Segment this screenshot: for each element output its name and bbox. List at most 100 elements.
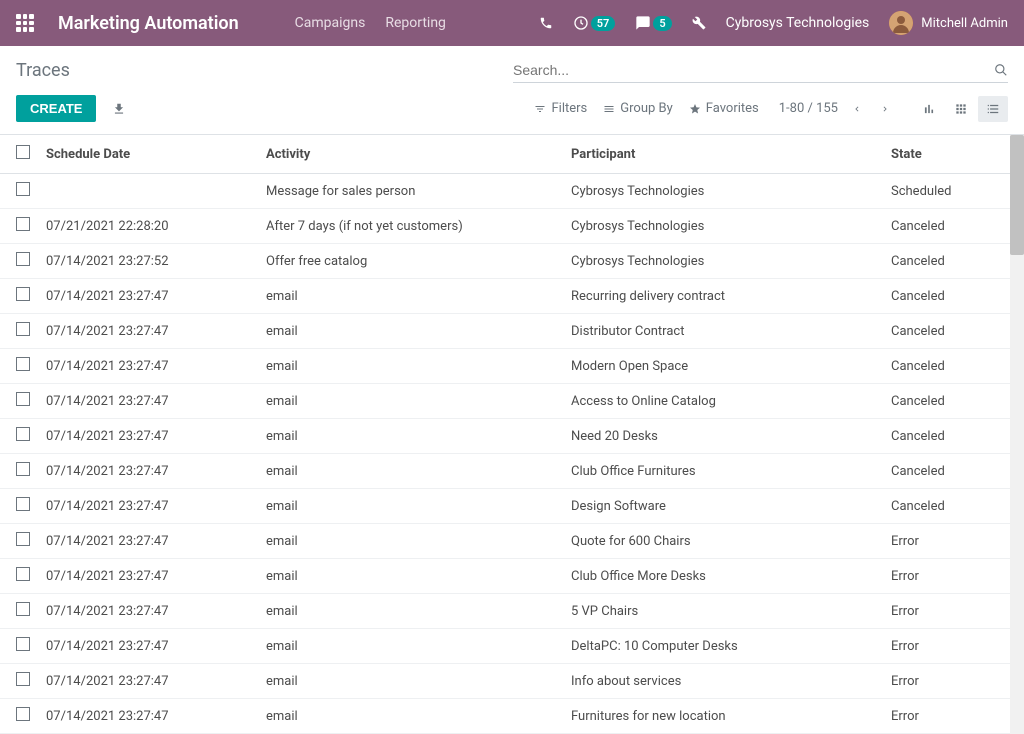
cell-schedule-date: 07/14/2021 23:27:47 bbox=[38, 629, 258, 664]
cell-activity: email bbox=[258, 314, 563, 349]
row-checkbox[interactable] bbox=[16, 182, 30, 196]
pager-text[interactable]: 1-80 / 155 bbox=[779, 101, 838, 116]
table-row[interactable]: 07/14/2021 23:27:47 email Distributor Co… bbox=[0, 314, 1010, 349]
table-row[interactable]: 07/14/2021 23:27:47 email Info about ser… bbox=[0, 664, 1010, 699]
table-row[interactable]: 07/14/2021 23:27:47 email Need 20 Desks … bbox=[0, 419, 1010, 454]
header-activity[interactable]: Activity bbox=[258, 135, 563, 174]
pager-next[interactable] bbox=[876, 100, 894, 118]
cell-activity: email bbox=[258, 279, 563, 314]
groupby-button[interactable]: Group By bbox=[603, 101, 673, 116]
table-row[interactable]: 07/14/2021 23:27:47 email Club Office Mo… bbox=[0, 559, 1010, 594]
header-state[interactable]: State bbox=[883, 135, 1010, 174]
cell-participant: Cybrosys Technologies bbox=[563, 209, 883, 244]
export-button[interactable] bbox=[108, 98, 130, 120]
row-checkbox[interactable] bbox=[16, 707, 30, 721]
cell-participant: Cybrosys Technologies bbox=[563, 244, 883, 279]
scroll-thumb[interactable] bbox=[1010, 135, 1024, 255]
row-checkbox[interactable] bbox=[16, 392, 30, 406]
user-menu[interactable]: Mitchell Admin bbox=[889, 11, 1008, 35]
view-kanban-button[interactable] bbox=[946, 96, 976, 122]
vertical-scrollbar[interactable] bbox=[1010, 135, 1024, 734]
header-schedule-date[interactable]: Schedule Date bbox=[38, 135, 258, 174]
user-name: Mitchell Admin bbox=[921, 16, 1008, 31]
search-area bbox=[513, 58, 1008, 83]
pager-prev[interactable] bbox=[848, 100, 866, 118]
search-icon[interactable] bbox=[994, 63, 1008, 77]
messages-badge: 5 bbox=[653, 16, 671, 31]
row-checkbox[interactable] bbox=[16, 217, 30, 231]
table-row[interactable]: 07/14/2021 23:27:47 email Quote for 600 … bbox=[0, 524, 1010, 559]
create-button[interactable]: CREATE bbox=[16, 95, 96, 122]
search-input[interactable] bbox=[513, 62, 994, 78]
apps-menu-icon[interactable] bbox=[16, 14, 34, 32]
company-selector[interactable]: Cybrosys Technologies bbox=[726, 15, 870, 31]
nav-item-reporting[interactable]: Reporting bbox=[385, 15, 446, 31]
table-row[interactable]: 07/14/2021 23:27:47 email Club Office Fu… bbox=[0, 454, 1010, 489]
cell-state: Canceled bbox=[883, 314, 1010, 349]
cell-state: Error bbox=[883, 664, 1010, 699]
cell-state: Error bbox=[883, 559, 1010, 594]
table-row[interactable]: 07/14/2021 23:27:47 email Design Softwar… bbox=[0, 489, 1010, 524]
cell-state: Canceled bbox=[883, 349, 1010, 384]
cell-participant: Distributor Contract bbox=[563, 314, 883, 349]
filters-button[interactable]: Filters bbox=[534, 101, 587, 116]
row-checkbox[interactable] bbox=[16, 427, 30, 441]
row-checkbox[interactable] bbox=[16, 252, 30, 266]
view-list-button[interactable] bbox=[978, 96, 1008, 122]
cell-participant: Recurring delivery contract bbox=[563, 279, 883, 314]
cell-participant: Cybrosys Technologies bbox=[563, 174, 883, 209]
table-row[interactable]: 07/14/2021 23:27:47 email Modern Open Sp… bbox=[0, 349, 1010, 384]
phone-icon[interactable] bbox=[539, 16, 553, 30]
tools-icon[interactable] bbox=[692, 16, 706, 30]
table-row[interactable]: 07/14/2021 23:27:47 email DeltaPC: 10 Co… bbox=[0, 629, 1010, 664]
row-checkbox[interactable] bbox=[16, 532, 30, 546]
cell-activity: email bbox=[258, 594, 563, 629]
favorites-button[interactable]: Favorites bbox=[689, 101, 759, 116]
row-checkbox[interactable] bbox=[16, 287, 30, 301]
cell-state: Error bbox=[883, 524, 1010, 559]
row-checkbox[interactable] bbox=[16, 497, 30, 511]
cell-schedule-date: 07/14/2021 23:27:47 bbox=[38, 699, 258, 734]
app-title[interactable]: Marketing Automation bbox=[58, 13, 239, 34]
table-row[interactable]: Message for sales person Cybrosys Techno… bbox=[0, 174, 1010, 209]
cell-participant: Furnitures for new location bbox=[563, 699, 883, 734]
cell-state: Error bbox=[883, 699, 1010, 734]
table-row[interactable]: 07/14/2021 23:27:47 email Recurring deli… bbox=[0, 279, 1010, 314]
cell-schedule-date: 07/14/2021 23:27:47 bbox=[38, 279, 258, 314]
cell-schedule-date: 07/21/2021 22:28:20 bbox=[38, 209, 258, 244]
cell-state: Canceled bbox=[883, 209, 1010, 244]
cell-activity: Message for sales person bbox=[258, 174, 563, 209]
cell-schedule-date: 07/14/2021 23:27:47 bbox=[38, 559, 258, 594]
traces-table: Schedule Date Activity Participant State… bbox=[0, 135, 1010, 734]
row-checkbox[interactable] bbox=[16, 322, 30, 336]
row-checkbox[interactable] bbox=[16, 637, 30, 651]
nav-menu: Campaigns Reporting bbox=[295, 15, 446, 31]
select-all-checkbox[interactable] bbox=[16, 145, 30, 159]
cell-activity: email bbox=[258, 664, 563, 699]
cell-state: Canceled bbox=[883, 489, 1010, 524]
cell-participant: Access to Online Catalog bbox=[563, 384, 883, 419]
table-row[interactable]: 07/14/2021 23:27:47 email Furnitures for… bbox=[0, 699, 1010, 734]
pager: 1-80 / 155 bbox=[779, 100, 894, 118]
header-participant[interactable]: Participant bbox=[563, 135, 883, 174]
cell-participant: Info about services bbox=[563, 664, 883, 699]
table-row[interactable]: 07/14/2021 23:27:47 email Access to Onli… bbox=[0, 384, 1010, 419]
table-row[interactable]: 07/14/2021 23:27:47 email 5 VP Chairs Er… bbox=[0, 594, 1010, 629]
nav-item-campaigns[interactable]: Campaigns bbox=[295, 15, 366, 31]
cell-schedule-date: 07/14/2021 23:27:47 bbox=[38, 384, 258, 419]
groupby-label: Group By bbox=[620, 101, 673, 116]
view-graph-button[interactable] bbox=[914, 96, 944, 122]
cell-schedule-date: 07/14/2021 23:27:47 bbox=[38, 594, 258, 629]
table-row[interactable]: 07/21/2021 22:28:20 After 7 days (if not… bbox=[0, 209, 1010, 244]
cell-schedule-date: 07/14/2021 23:27:47 bbox=[38, 524, 258, 559]
row-checkbox[interactable] bbox=[16, 357, 30, 371]
row-checkbox[interactable] bbox=[16, 602, 30, 616]
table-row[interactable]: 07/14/2021 23:27:52 Offer free catalog C… bbox=[0, 244, 1010, 279]
row-checkbox[interactable] bbox=[16, 462, 30, 476]
activity-icon[interactable]: 57 bbox=[573, 15, 616, 31]
cell-activity: email bbox=[258, 559, 563, 594]
cell-state: Canceled bbox=[883, 454, 1010, 489]
messages-icon[interactable]: 5 bbox=[635, 15, 671, 31]
row-checkbox[interactable] bbox=[16, 672, 30, 686]
row-checkbox[interactable] bbox=[16, 567, 30, 581]
